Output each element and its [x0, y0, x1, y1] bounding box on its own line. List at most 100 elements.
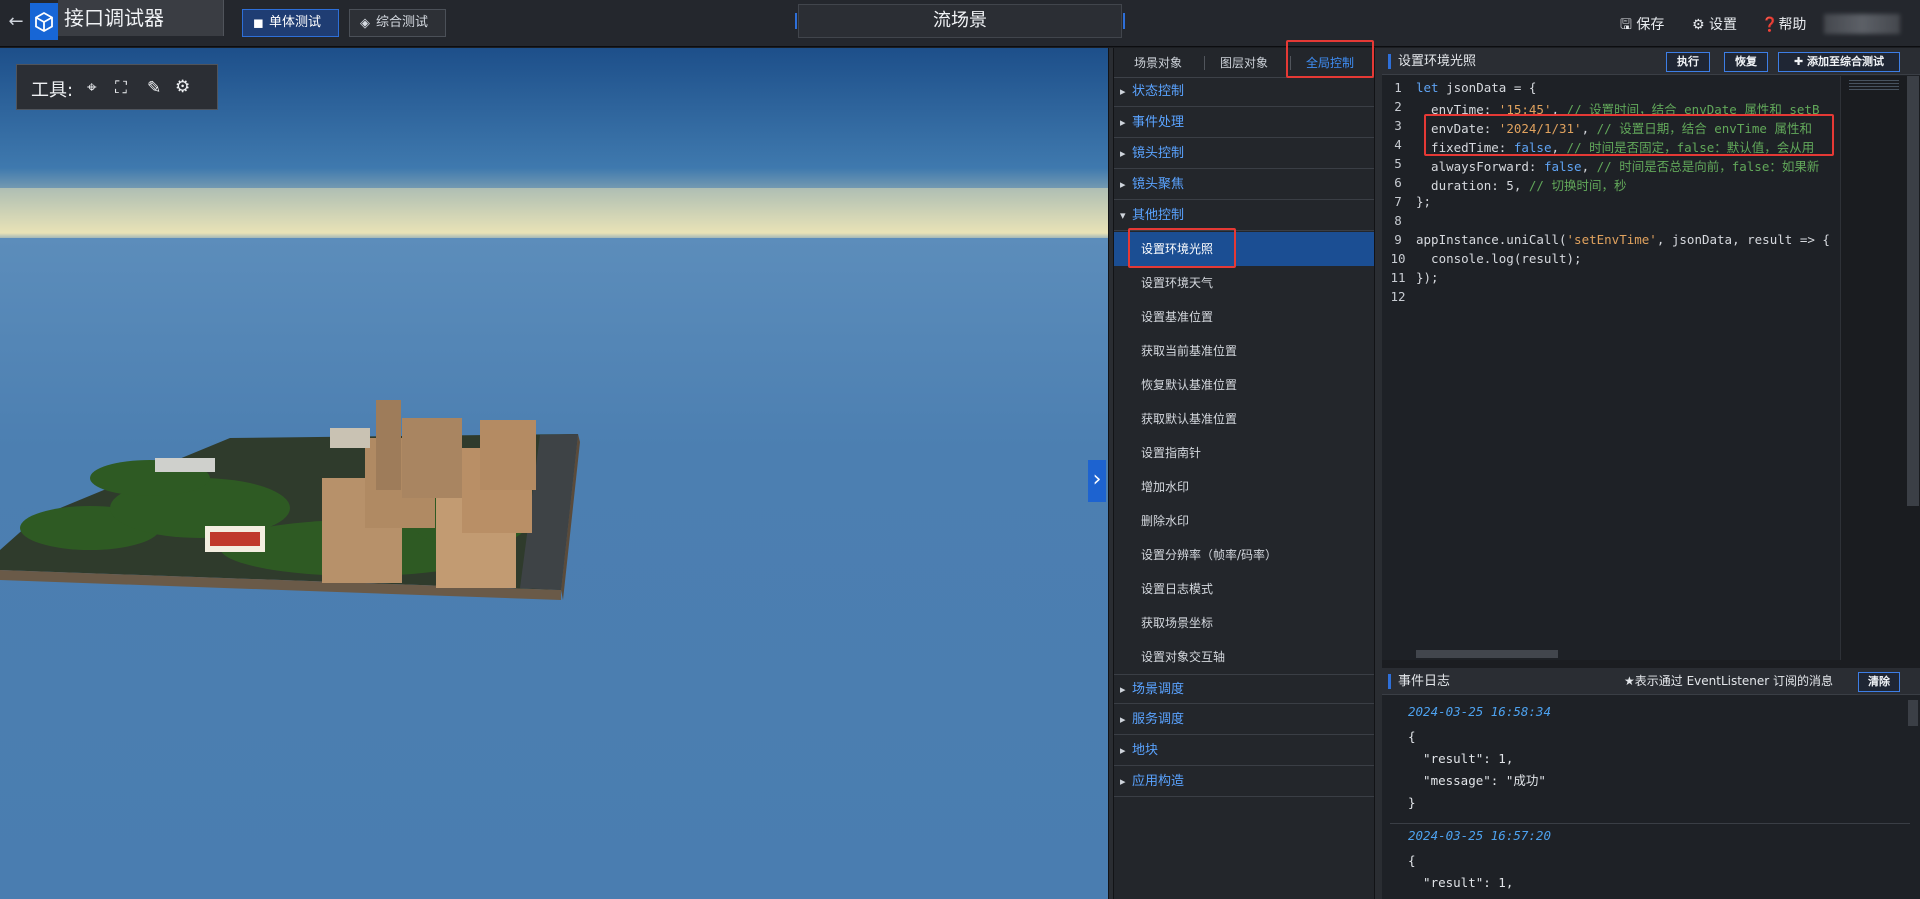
line-number: 4 — [1394, 137, 1402, 152]
app-logo-icon — [30, 3, 58, 40]
code-text: envTime: — [1416, 102, 1499, 117]
frame-select-icon[interactable]: ⛶ — [115, 78, 127, 98]
code-line: console.log(result); — [1416, 251, 1582, 266]
locate-icon[interactable]: ⌖ — [87, 78, 97, 98]
group-app-construction[interactable]: 应用构造 — [1114, 767, 1374, 797]
tab-layer-objects[interactable]: 图层对象 — [1220, 54, 1268, 71]
code-line: let jsonData = { — [1416, 80, 1536, 95]
restore-button[interactable]: 恢复 — [1724, 52, 1768, 72]
group-event-handling[interactable]: 事件处理 — [1114, 108, 1374, 138]
user-avatar[interactable] — [1824, 14, 1900, 34]
back-arrow-icon[interactable]: ← — [4, 10, 28, 34]
help-icon: ❓ — [1761, 17, 1779, 33]
run-button[interactable]: 执行 — [1666, 52, 1710, 72]
item-set-base-position[interactable]: 设置基准位置 — [1114, 300, 1374, 334]
log-scrollbar[interactable] — [1908, 700, 1918, 726]
tab-unit-test-label: 单体测试 — [269, 15, 322, 30]
code-text-area[interactable]: 1 2 3 4 5 6 7 8 9 10 11 12 let jsonData … — [1382, 76, 1840, 656]
group-scene-scheduling[interactable]: 场景调度 — [1114, 674, 1374, 705]
tab-global-control[interactable]: 全局控制 — [1297, 54, 1363, 78]
tab-integration-test-label: 综合测试 — [376, 15, 429, 30]
line-number: 3 — [1394, 118, 1402, 133]
log-timestamp: 2024-03-25 16:57:20 — [1408, 828, 1551, 843]
save-button[interactable]: 🖫 保存 — [1620, 14, 1664, 34]
code-comment: // 时间是否固定，false：默认值，会从用 — [1566, 140, 1815, 155]
line-number: 9 — [1394, 232, 1402, 247]
line-number: 11 — [1390, 270, 1406, 285]
cube-icon: ◼ — [253, 16, 264, 31]
scene-title: 流场景 — [795, 4, 1125, 38]
code-text: duration: 5, — [1416, 178, 1529, 193]
line-number: 1 — [1394, 80, 1402, 95]
tools-label: 工具: — [31, 80, 74, 101]
code-line: envTime: '15:45', // 设置时间，结合 envDate 属性和… — [1416, 99, 1819, 118]
group-camera-control[interactable]: 镜头控制 — [1114, 139, 1374, 169]
group-state-control[interactable]: 状态控制 — [1114, 77, 1374, 107]
gear-icon: ⚙ — [1692, 17, 1705, 33]
item-set-resolution[interactable]: 设置分辨率（帧率/码率） — [1114, 538, 1374, 572]
code-line: }); — [1416, 270, 1439, 285]
scene-viewport[interactable]: 工具: ⌖ ⛶ ✎ ⚙ › — [0, 48, 1108, 899]
clear-log-button[interactable]: 清除 — [1858, 672, 1900, 692]
string-literal: 'setEnvTime' — [1566, 232, 1657, 247]
item-get-scene-coordinates[interactable]: 获取场景坐标 — [1114, 606, 1374, 640]
line-number: 7 — [1394, 194, 1402, 209]
editor-title: 设置环境光照 — [1398, 54, 1477, 69]
group-camera-focus[interactable]: 镜头聚焦 — [1114, 170, 1374, 200]
layers-icon: ◈ — [360, 16, 370, 31]
tree-tabs: 场景对象 图层对象 全局控制 — [1114, 48, 1374, 78]
help-button[interactable]: ❓帮助 — [1761, 14, 1806, 34]
keyword: let — [1416, 80, 1439, 95]
log-json: { "result": 1, "message": "成功" } — [1408, 729, 1546, 810]
code-minimap[interactable] — [1840, 76, 1920, 660]
code-editor-panel: 设置环境光照 执行 恢复 ✚ 添加至综合测试 1 2 3 4 5 6 7 8 9… — [1382, 48, 1920, 660]
editor-header: 设置环境光照 执行 恢复 ✚ 添加至综合测试 — [1382, 48, 1920, 75]
log-timestamp: 2024-03-25 16:58:34 — [1408, 704, 1551, 719]
tab-separator — [1204, 56, 1205, 70]
settings-button[interactable]: ⚙ 设置 — [1692, 14, 1737, 34]
log-note: ★表示通过 EventListener 订阅的消息 — [1624, 674, 1834, 688]
item-set-env-lighting[interactable]: 设置环境光照 — [1114, 232, 1374, 266]
log-json: { "result": 1, — [1408, 853, 1514, 890]
tool-panel: 工具: ⌖ ⛶ ✎ ⚙ — [16, 64, 218, 110]
log-header: 事件日志 ★表示通过 EventListener 订阅的消息 清除 — [1382, 668, 1920, 695]
group-service-scheduling[interactable]: 服务调度 — [1114, 705, 1374, 735]
keyword: false — [1543, 159, 1582, 174]
item-restore-default-base-position[interactable]: 恢复默认基准位置 — [1114, 368, 1374, 402]
add-to-integration-label: 添加至综合测试 — [1807, 55, 1885, 68]
tab-scene-objects[interactable]: 场景对象 — [1134, 54, 1182, 71]
pencil-icon[interactable]: ✎ — [147, 78, 161, 98]
item-get-current-base-position[interactable]: 获取当前基准位置 — [1114, 334, 1374, 368]
minimap-preview — [1849, 80, 1899, 92]
plus-icon: ✚ — [1793, 55, 1804, 68]
horizontal-scrollbar[interactable] — [1416, 650, 1558, 658]
code-text: , — [1581, 159, 1597, 174]
item-delete-watermark[interactable]: 删除水印 — [1114, 504, 1374, 538]
line-number: 5 — [1394, 156, 1402, 171]
expand-panel-chevron-icon[interactable]: › — [1088, 460, 1106, 502]
code-comment: // 切换时间，秒 — [1528, 178, 1627, 193]
item-set-compass[interactable]: 设置指南针 — [1114, 436, 1374, 470]
vertical-scrollbar[interactable] — [1907, 76, 1919, 506]
help-label: 帮助 — [1778, 17, 1807, 33]
tab-integration-test[interactable]: ◈ 综合测试 — [349, 9, 446, 37]
item-get-default-base-position[interactable]: 获取默认基准位置 — [1114, 402, 1374, 436]
code-text: , — [1551, 102, 1567, 117]
group-other-control[interactable]: 其他控制 — [1114, 201, 1374, 231]
code-line: }; — [1416, 194, 1432, 209]
group-land-plot[interactable]: 地块 — [1114, 736, 1374, 766]
code-line: duration: 5, // 切换时间，秒 — [1416, 175, 1626, 194]
event-log-panel: 事件日志 ★表示通过 EventListener 订阅的消息 清除 2024-0… — [1382, 668, 1920, 899]
code-text: jsonData = { — [1438, 80, 1537, 95]
keyword: false — [1513, 140, 1552, 155]
code-text: alwaysForward: — [1416, 159, 1544, 174]
gear-settings-icon[interactable]: ⚙ — [175, 77, 190, 97]
add-to-integration-button[interactable]: ✚ 添加至综合测试 — [1778, 52, 1900, 72]
tab-unit-test[interactable]: ◼ 单体测试 — [242, 9, 339, 37]
splitter-right[interactable] — [1374, 48, 1382, 899]
item-set-env-weather[interactable]: 设置环境天气 — [1114, 266, 1374, 300]
item-set-log-mode[interactable]: 设置日志模式 — [1114, 572, 1374, 606]
code-line: appInstance.uniCall('setEnvTime', jsonDa… — [1416, 232, 1830, 247]
item-set-object-interaction-axis[interactable]: 设置对象交互轴 — [1114, 640, 1374, 674]
item-add-watermark[interactable]: 增加水印 — [1114, 470, 1374, 504]
